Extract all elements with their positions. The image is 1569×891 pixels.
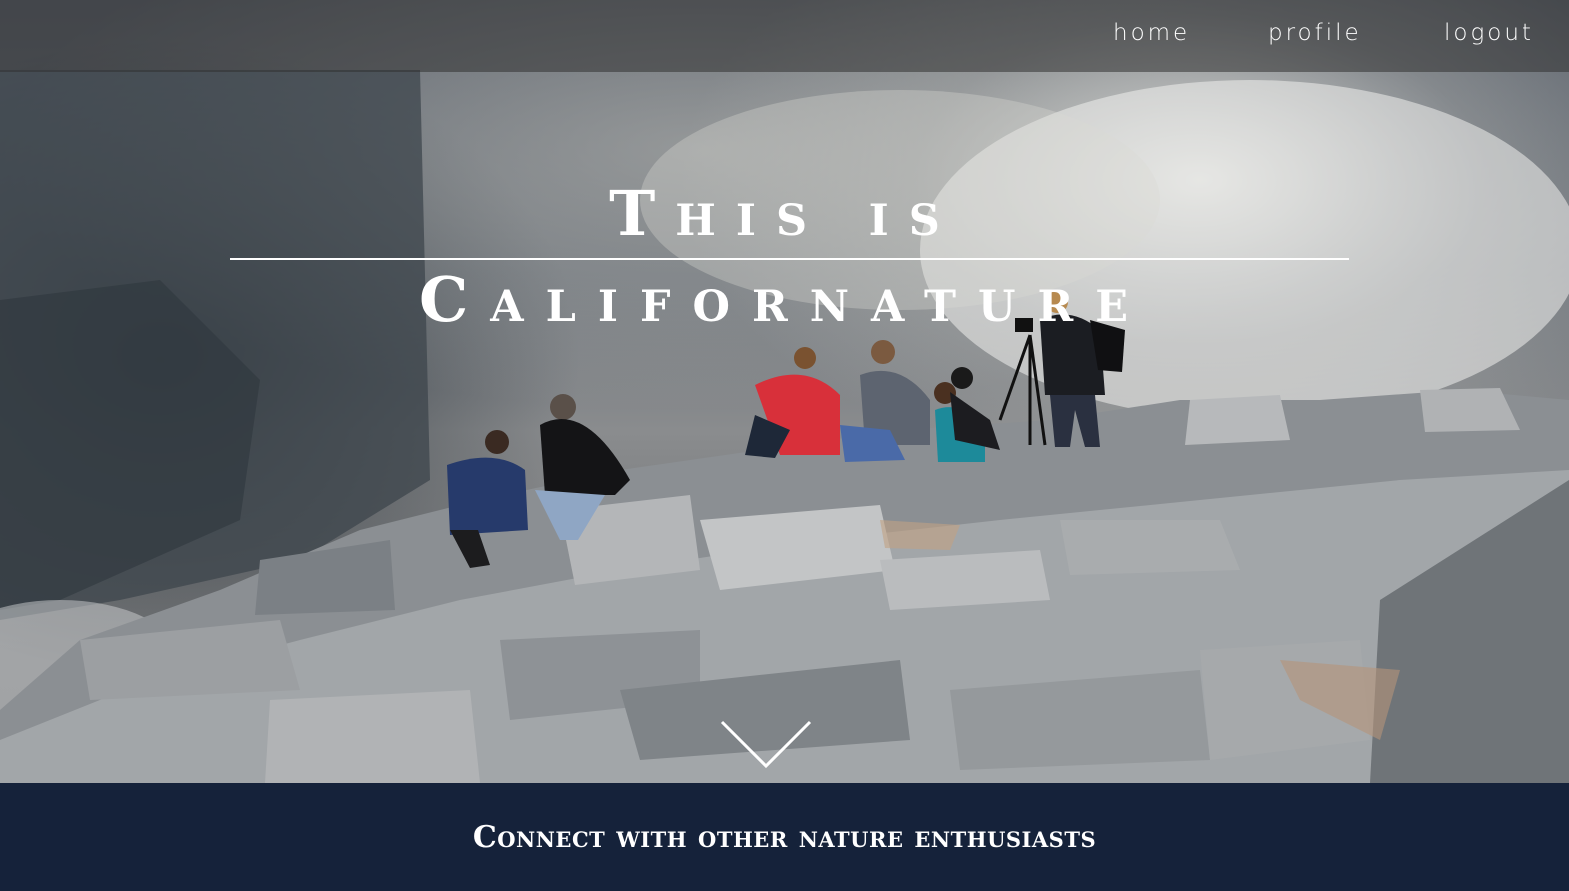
hero-banner: home profile logout This is Californatur…: [0, 0, 1569, 783]
nav-logout-link[interactable]: logout: [1444, 17, 1534, 49]
title-divider: [230, 258, 1349, 260]
nav-profile-link[interactable]: profile: [1268, 17, 1362, 49]
hero-background-image: [0, 70, 1569, 783]
top-navigation: home profile logout: [0, 0, 1569, 72]
tagline-text: Connect with other nature enthusiasts: [472, 820, 1097, 855]
nav-home-link[interactable]: home: [1113, 17, 1190, 49]
chevron-down-icon[interactable]: [720, 720, 812, 770]
hero-title-line-1: This is: [609, 177, 960, 250]
hero-title-line-2: Californature: [418, 263, 1151, 336]
